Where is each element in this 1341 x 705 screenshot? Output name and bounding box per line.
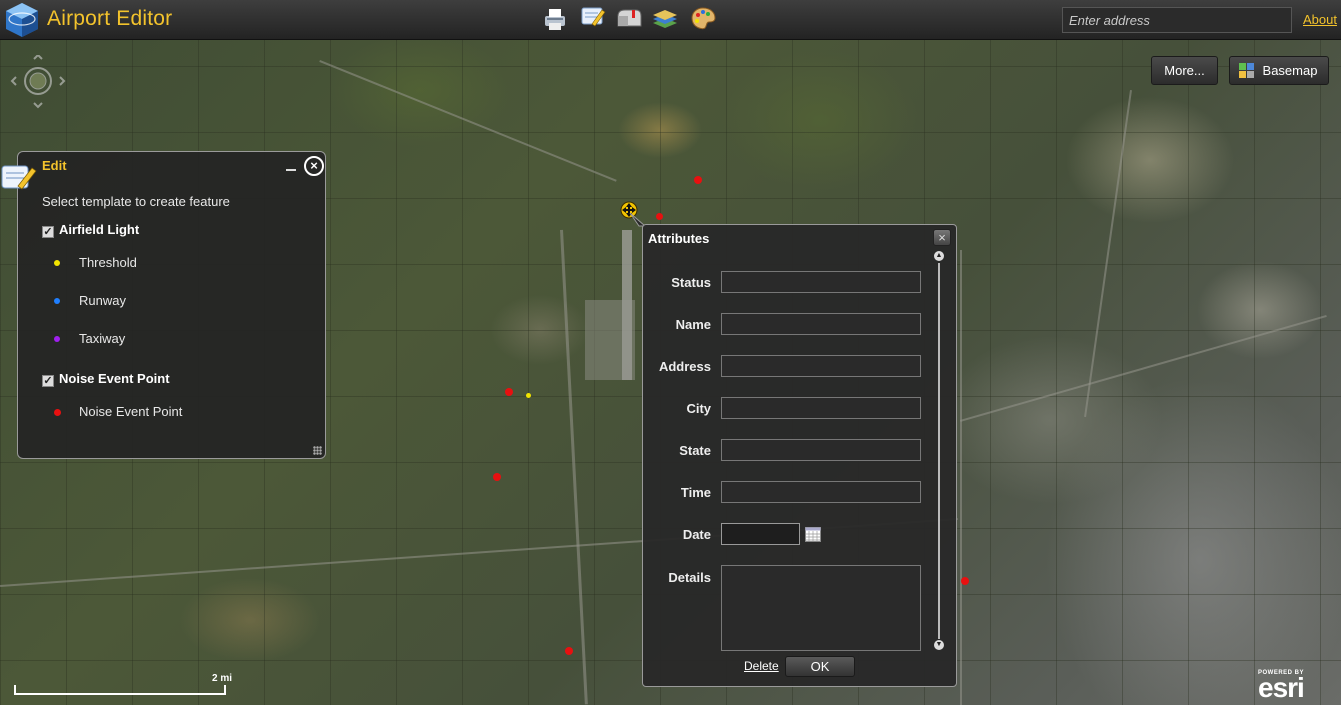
template-group-noise-event-point[interactable]: ✓ Noise Event Point — [42, 371, 170, 387]
edit-notepad-icon — [1, 165, 37, 190]
app-title: Airport Editor — [47, 7, 173, 30]
scroll-up-icon[interactable]: ▲ — [934, 251, 944, 261]
template-group-airfield-light[interactable]: ✓ Airfield Light — [42, 222, 139, 238]
checkbox-checked-icon[interactable]: ✓ — [42, 226, 54, 238]
app-logo-icon — [6, 3, 38, 37]
attributes-title: Attributes — [648, 231, 710, 246]
esri-wordmark: esri — [1258, 672, 1305, 703]
scale-bar — [14, 685, 226, 695]
address-field[interactable] — [721, 355, 921, 377]
map-runway — [585, 300, 635, 380]
status-field[interactable] — [721, 271, 921, 293]
palette-icon[interactable] — [688, 4, 718, 34]
threshold-point[interactable] — [526, 393, 531, 398]
edit-icon[interactable] — [578, 4, 608, 34]
close-edit-panel-button[interactable]: × — [304, 156, 324, 176]
template-label: Runway — [79, 293, 126, 308]
app-header: Airport Editor Enter address About — [0, 0, 1341, 40]
time-label: Time — [680, 485, 711, 500]
city-label: City — [686, 401, 711, 416]
close-attributes-button[interactable]: × — [933, 229, 951, 246]
address-label: Address — [658, 359, 711, 374]
template-group-label: Noise Event Point — [59, 371, 170, 386]
noise-event-point[interactable] — [505, 388, 513, 396]
esri-logo: POWERED BY esri — [1258, 670, 1318, 703]
template-label: Taxiway — [79, 331, 126, 346]
scale-label: 2 mi — [212, 673, 233, 684]
map-navigation-control[interactable] — [8, 55, 68, 115]
state-label: State — [679, 443, 711, 458]
threshold-dot-icon — [54, 260, 60, 266]
state-field[interactable] — [721, 439, 921, 461]
name-field[interactable] — [721, 313, 921, 335]
name-label: Name — [675, 317, 711, 332]
city-field[interactable] — [721, 397, 921, 419]
basemap-button-label: Basemap — [1262, 63, 1318, 78]
resize-handle-icon[interactable] — [313, 446, 322, 455]
noise-event-dot-icon — [54, 409, 61, 416]
template-group-label: Airfield Light — [59, 222, 140, 237]
edit-panel-title: Edit — [42, 158, 67, 173]
map-road — [960, 250, 962, 705]
minimize-icon[interactable] — [286, 169, 296, 171]
noise-event-point[interactable] — [493, 473, 501, 481]
noise-event-point[interactable] — [694, 176, 702, 184]
edit-instruction: Select template to create feature — [42, 194, 230, 209]
scroll-down-icon[interactable]: ▼ — [934, 640, 944, 650]
noise-event-point[interactable] — [565, 647, 573, 655]
delete-link[interactable]: Delete — [744, 659, 779, 673]
basemap-grid-icon — [1239, 63, 1254, 78]
noise-event-point[interactable] — [961, 577, 969, 585]
status-label: Status — [671, 275, 711, 290]
checkbox-checked-icon[interactable]: ✓ — [42, 375, 54, 387]
template-label: Threshold — [79, 255, 137, 270]
details-label: Details — [668, 570, 711, 585]
basemap-button[interactable]: Basemap — [1229, 56, 1329, 85]
address-search-input[interactable] — [1062, 7, 1292, 33]
scroll-track[interactable] — [938, 263, 940, 639]
calendar-icon[interactable] — [805, 527, 821, 542]
template-label: Noise Event Point — [79, 404, 183, 419]
ok-button[interactable]: OK — [785, 656, 855, 677]
more-button[interactable]: More... — [1151, 56, 1218, 85]
time-field[interactable] — [721, 481, 921, 503]
details-field[interactable] — [721, 565, 921, 651]
attributes-popup: Attributes × Status Name Address City St… — [642, 224, 957, 687]
print-icon[interactable] — [540, 4, 570, 34]
attributes-scrollbar[interactable]: ▲ ▼ — [934, 251, 944, 651]
date-field[interactable] — [721, 523, 800, 545]
edit-panel: Edit × Select template to create feature… — [1, 151, 326, 459]
runway-dot-icon — [54, 298, 60, 304]
about-link[interactable]: About — [1303, 12, 1337, 27]
mailbox-icon[interactable] — [614, 4, 644, 34]
date-label: Date — [682, 527, 711, 542]
layers-icon[interactable] — [650, 4, 680, 34]
taxiway-dot-icon — [54, 336, 60, 342]
